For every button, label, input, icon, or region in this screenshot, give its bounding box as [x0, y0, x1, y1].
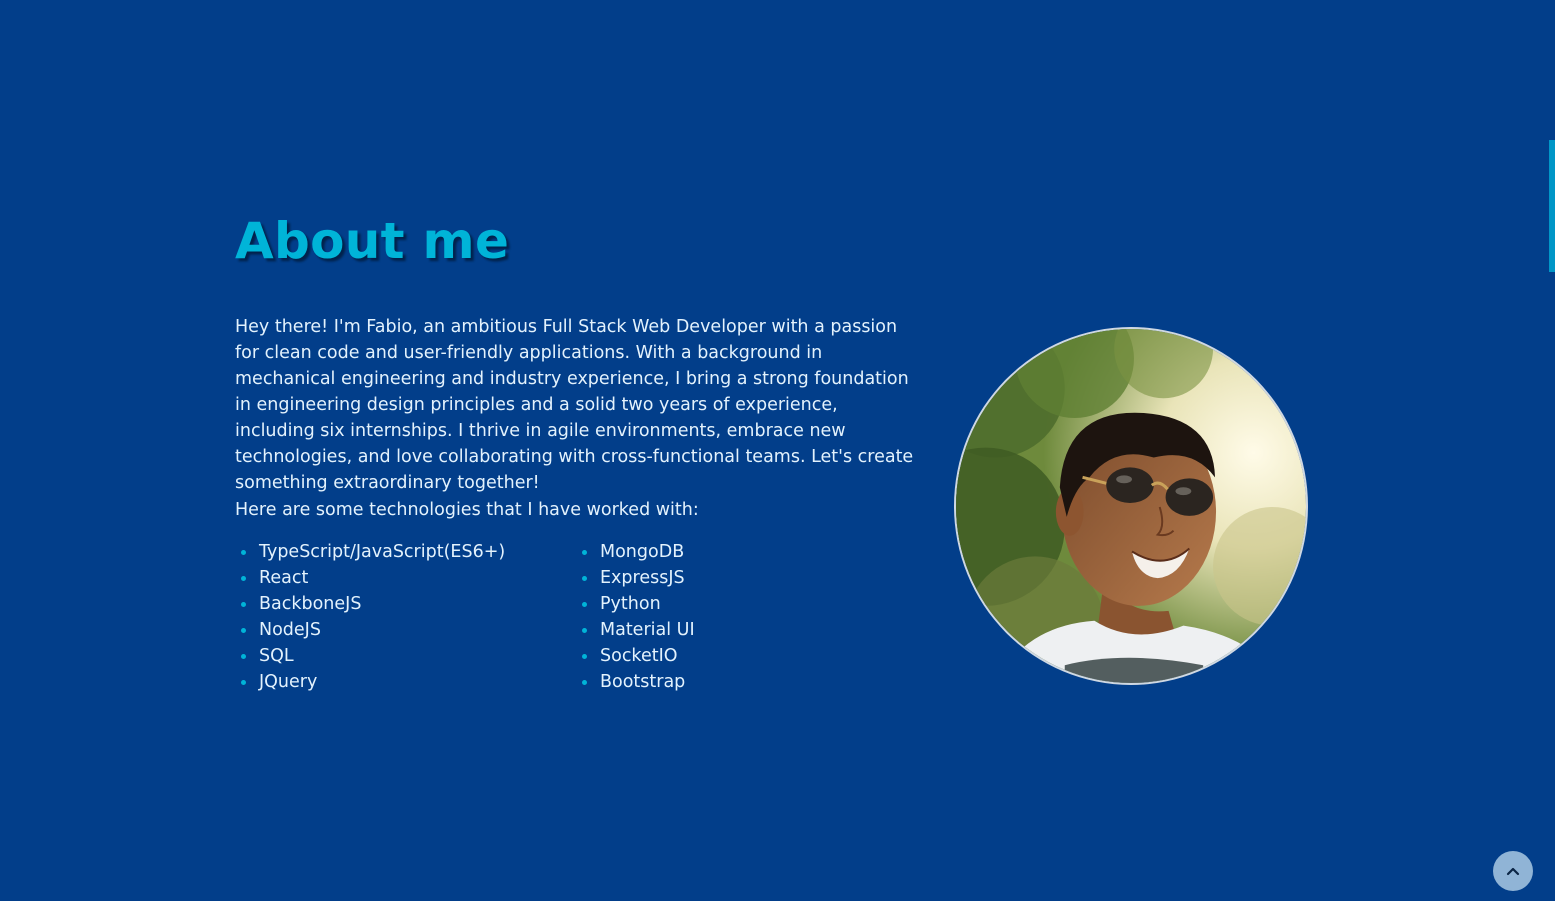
tech-list-left: TypeScript/JavaScript(ES6+) React Backbo… [241, 539, 505, 695]
tech-list-right: MongoDB ExpressJS Python Material UI Soc… [582, 539, 695, 695]
back-to-top-button[interactable] [1493, 851, 1533, 891]
chevron-up-icon [1506, 867, 1520, 876]
profile-photo [954, 327, 1308, 685]
tech-item: SQL [241, 643, 505, 669]
bullet-icon [241, 576, 246, 581]
profile-photo-image [956, 329, 1306, 683]
bullet-icon [241, 628, 246, 633]
tech-item: Bootstrap [582, 669, 695, 695]
bullet-icon [582, 576, 587, 581]
tech-item: JQuery [241, 669, 505, 695]
bullet-icon [241, 602, 246, 607]
bullet-icon [241, 680, 246, 685]
tech-item: Material UI [582, 617, 695, 643]
bullet-icon [241, 550, 246, 555]
tech-item: TypeScript/JavaScript(ES6+) [241, 539, 505, 565]
tech-item: ExpressJS [582, 565, 695, 591]
bullet-icon [582, 550, 587, 555]
bullet-icon [582, 680, 587, 685]
tech-item: SocketIO [582, 643, 695, 669]
tech-item: Python [582, 591, 695, 617]
bullet-icon [582, 654, 587, 659]
scroll-indicator[interactable] [1549, 140, 1555, 272]
tech-item: MongoDB [582, 539, 695, 565]
tech-item: React [241, 565, 505, 591]
bio-paragraph: Hey there! I'm Fabio, an ambitious Full … [235, 317, 914, 493]
bullet-icon [582, 602, 587, 607]
tech-intro: Here are some technologies that I have w… [235, 500, 699, 520]
section-title: About me [235, 212, 510, 270]
bullet-icon [241, 654, 246, 659]
tech-item: BackboneJS [241, 591, 505, 617]
bullet-icon [582, 628, 587, 633]
about-section: About me Hey there! I'm Fabio, an ambiti… [0, 0, 1555, 901]
tech-item: NodeJS [241, 617, 505, 643]
